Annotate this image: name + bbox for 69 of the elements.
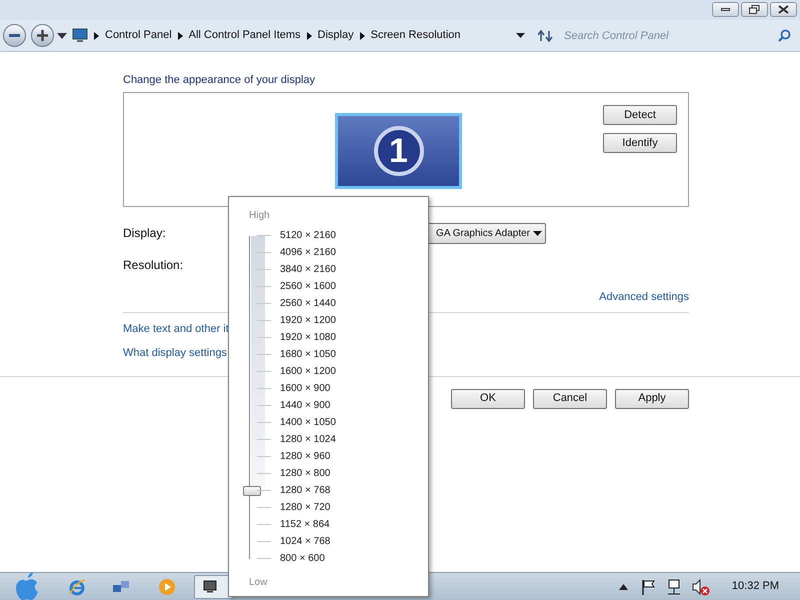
- resolution-option[interactable]: 1680 × 1050: [280, 347, 336, 362]
- help-link[interactable]: Make text and other it: [123, 320, 229, 337]
- resolution-label: Resolution:: [123, 257, 184, 274]
- resolution-option[interactable]: 1400 × 1050: [280, 415, 336, 430]
- restore-button[interactable]: [741, 2, 768, 17]
- resolution-option[interactable]: 4096 × 2160: [280, 245, 336, 260]
- display-label: Display:: [123, 225, 166, 242]
- close-button[interactable]: [770, 2, 797, 17]
- chevron-icon[interactable]: [306, 32, 312, 40]
- close-icon: [778, 5, 789, 14]
- resolution-option[interactable]: 1440 × 900: [280, 398, 330, 413]
- address-dropdown-icon[interactable]: [516, 33, 525, 38]
- chevron-icon[interactable]: [360, 32, 365, 40]
- resolution-option[interactable]: 1280 × 800: [280, 466, 330, 481]
- resolution-option[interactable]: 1280 × 960: [280, 449, 330, 464]
- dialog-button[interactable]: Apply: [615, 388, 689, 408]
- resolution-option[interactable]: 1280 × 720: [280, 500, 330, 515]
- browser-icon[interactable]: [68, 578, 86, 596]
- search-icon[interactable]: [778, 29, 791, 42]
- resolution-slider[interactable]: [243, 236, 263, 559]
- slider-thumb[interactable]: [243, 486, 261, 496]
- dialog-button[interactable]: Cancel: [533, 388, 607, 408]
- resolution-option[interactable]: 1024 × 768: [280, 534, 330, 549]
- minimize-icon: [721, 8, 730, 11]
- network-places-icon[interactable]: [112, 578, 130, 594]
- low-label: Low: [249, 576, 268, 590]
- resolution-option[interactable]: 1920 × 1080: [280, 330, 336, 345]
- resolution-option[interactable]: 3840 × 2160: [280, 262, 336, 277]
- high-label: High: [249, 209, 270, 223]
- tray-up-arrow-icon[interactable]: [618, 584, 628, 590]
- chevron-icon[interactable]: [94, 32, 99, 40]
- display-settings-icon: [203, 580, 217, 593]
- minus-icon: [9, 34, 20, 37]
- history-dropdown-icon[interactable]: [57, 32, 67, 38]
- search-field[interactable]: Search Control Panel: [564, 26, 774, 46]
- resolution-option[interactable]: 2560 × 1600: [280, 279, 336, 294]
- monitor-icon: [72, 28, 88, 43]
- resolution-option[interactable]: 1600 × 900: [280, 381, 330, 396]
- panel-button[interactable]: Detect: [603, 105, 677, 125]
- back-button[interactable]: [3, 24, 26, 47]
- resolution-option[interactable]: 1920 × 1200: [280, 313, 336, 328]
- resolution-option[interactable]: 1280 × 1024: [280, 432, 336, 447]
- clock[interactable]: 10:32 PM: [732, 578, 779, 595]
- network-icon[interactable]: [666, 578, 682, 594]
- flag-icon[interactable]: [640, 578, 655, 594]
- chevron-icon[interactable]: [178, 32, 183, 40]
- dialog-button[interactable]: OK: [451, 388, 525, 408]
- breadcrumb[interactable]: Screen Resolution: [370, 27, 461, 44]
- monitor-number: 1: [374, 126, 424, 176]
- caret-icon: [533, 230, 542, 236]
- page-heading: Change the appearance of your display: [123, 73, 316, 88]
- restore-icon: [749, 5, 760, 14]
- breadcrumb[interactable]: All Control Panel Items: [188, 27, 301, 44]
- resolution-option[interactable]: 800 × 600: [280, 551, 325, 566]
- resolution-option[interactable]: 1600 × 1200: [280, 364, 336, 379]
- minimize-button[interactable]: [712, 2, 739, 17]
- breadcrumb[interactable]: Control Panel: [105, 27, 172, 44]
- plus-icon: [36, 29, 49, 42]
- panel-button[interactable]: Identify: [603, 133, 677, 153]
- forward-button[interactable]: [31, 24, 54, 47]
- help-link[interactable]: What display settings: [123, 345, 227, 362]
- resolution-option[interactable]: 1280 × 768: [280, 483, 330, 498]
- resolution-option[interactable]: 1152 × 864: [280, 517, 330, 532]
- muted-speaker-icon[interactable]: [692, 578, 710, 596]
- refresh-icon[interactable]: [538, 28, 554, 42]
- breadcrumb[interactable]: Display: [318, 27, 354, 44]
- resolution-option[interactable]: 2560 × 1440: [280, 296, 336, 311]
- monitor-thumbnail[interactable]: 1: [335, 113, 462, 189]
- advanced-settings-link[interactable]: Advanced settings: [599, 289, 689, 306]
